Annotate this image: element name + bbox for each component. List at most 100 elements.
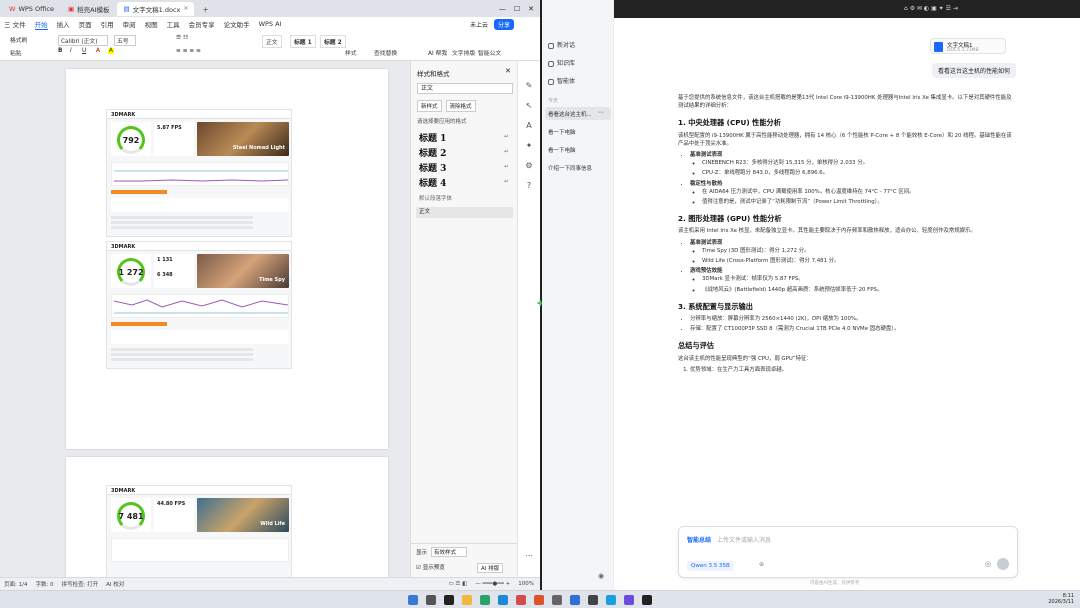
more-icon[interactable]: ⋯ [524,551,534,560]
cloud-status[interactable]: 未上云 [470,20,488,29]
search-icon[interactable] [426,595,436,605]
tab-template[interactable]: ▣ 稻壳AI模板 [62,2,116,16]
menu-item[interactable]: 会员专享 [189,19,215,29]
agent-button[interactable]: 智能体 [548,76,575,85]
style-h1[interactable]: 标题 1 [290,35,316,48]
menu-item[interactable]: 视图 [145,19,158,29]
menu-item[interactable]: 审阅 [123,19,136,29]
pen-icon[interactable]: ✎ [524,81,534,90]
format-painter-button[interactable]: 格式刷 [10,35,27,44]
system-clock[interactable]: 8:11 2026/3/11 [1048,593,1074,605]
word-count[interactable]: 字数: 0 [35,580,53,588]
style-item-heading2[interactable]: 标题 2 ↵ [419,146,509,159]
app-icon[interactable] [570,595,580,605]
text-layout-button[interactable]: 文字排版 [452,48,475,57]
document-page-1[interactable]: 3DMARK 792 5.87 FPS Steel Nomad Light 3D… [66,69,388,449]
attach-icon[interactable]: ⊕ [759,561,764,568]
cursor-icon[interactable]: ↖ [524,101,534,110]
font-size-select[interactable]: 五号 [114,35,136,46]
menu-item[interactable]: 论文助手 [224,19,250,29]
maximize-icon[interactable]: ☐ [514,5,520,13]
history-item[interactable]: 看一下电脑 [548,146,576,154]
model-select[interactable]: Qwen 3.5 35B [687,561,734,571]
attached-file-chip[interactable]: 文字文稿1 DOCX 1.73MB [930,38,1006,54]
show-select[interactable]: 有效样式 [431,547,468,557]
spell-check-status[interactable]: 拼写检查: 打开 [62,580,99,588]
style-item-heading3[interactable]: 标题 3 ↵ [419,161,509,174]
preview-checkbox[interactable]: ☑ 显示预览 [416,563,445,571]
smart-doc-button[interactable]: 智能公文 [478,48,501,57]
bold-button[interactable]: B [58,48,62,54]
highlight-button[interactable]: A [108,48,114,54]
default-font-item[interactable]: 默认段落字体 [419,194,452,202]
style-item-heading1[interactable]: 标题 1 ↵ [419,131,509,144]
app-icon[interactable] [588,595,598,605]
ai-proof-button[interactable]: AI 校对 [106,580,124,588]
underline-button[interactable]: U [82,48,86,54]
menu-item[interactable]: 页面 [79,19,92,29]
smart-summary-button[interactable]: 智能总结 [687,535,711,544]
more-icon[interactable]: ⋯ [598,109,604,116]
mic-icon[interactable]: ◎ [985,560,991,568]
ai-layout-button[interactable]: AI 排版 [477,563,504,573]
new-tab-button[interactable]: ＋ [196,2,215,16]
current-style-select[interactable]: 正文 [417,83,513,94]
app-icon[interactable] [642,595,652,605]
history-item[interactable]: 看看这台这主机... [548,110,592,118]
knowledge-base-button[interactable]: 知识库 [548,58,575,67]
clear-format-button[interactable]: 清除格式 [445,100,476,112]
menu-item[interactable]: 三 文件 [4,19,26,29]
find-replace-button[interactable]: 查找替换 [374,48,397,57]
app-icon[interactable] [534,595,544,605]
edge-icon[interactable] [480,595,490,605]
explorer-icon[interactable] [462,595,472,605]
italic-button[interactable]: I [70,48,72,54]
align-icons[interactable]: ≡ ≡ ≡ ≡ [176,48,201,54]
zoom-slider[interactable]: — ━━━●━━ + [475,581,510,587]
app-icon[interactable] [624,595,634,605]
view-mode-icons[interactable]: ▭ ☰ ◧ [448,581,467,587]
share-button[interactable]: 分享 [494,18,515,30]
tab-document[interactable]: ▤ 文字文稿1.docx ✕ [117,1,195,16]
new-style-button[interactable]: 新样式 [417,100,442,112]
list-icon[interactable]: ☰ ☷ [176,35,188,41]
style-h2[interactable]: 标题 2 [320,35,346,48]
style-icon[interactable]: A [524,121,534,130]
task-view-icon[interactable] [444,595,454,605]
menu-item[interactable]: WPS AI [259,20,282,28]
minimize-icon[interactable]: — [499,5,506,13]
tools-icon[interactable]: ⚙ [524,161,534,170]
close-pane-icon[interactable]: ✕ [505,67,511,75]
help-icon[interactable]: ? [524,181,534,190]
style-item-heading4[interactable]: 标题 4 ↵ [419,176,509,189]
new-chat-button[interactable]: 新对话 [548,40,575,49]
app-icon[interactable] [606,595,616,605]
app-icon[interactable] [552,595,562,605]
tab-wps-home[interactable]: W WPS Office [3,2,60,16]
history-item[interactable]: 介绍一下同事信息 [548,164,592,172]
message-input[interactable]: 上传文件或输入消息 [717,535,771,544]
store-icon[interactable] [498,595,508,605]
close-tab-icon[interactable]: ✕ [183,5,188,12]
close-window-icon[interactable]: ✕ [528,5,534,13]
font-family-select[interactable]: Calibri (正文) [58,35,109,46]
start-icon[interactable] [408,595,418,605]
document-page-2[interactable]: 3DMARK 7 481 44.80 FPS Wild Life [66,457,388,577]
wand-icon[interactable]: ✦ [524,141,534,150]
style-item-body[interactable]: 正文 [416,207,513,218]
document-canvas[interactable]: 3DMARK 792 5.87 FPS Steel Nomad Light 3D… [0,61,410,577]
page-indicator[interactable]: 页面: 1/4 [4,580,27,588]
ai-help-button[interactable]: AI 帮我 [428,48,447,57]
paste-button[interactable]: 粘贴 [10,48,22,57]
styles-button[interactable]: 样式 [345,48,357,57]
history-item[interactable]: 看一下电脑 [548,128,576,136]
send-button[interactable] [997,558,1009,570]
menu-item[interactable]: 工具 [167,19,180,29]
zoom-level[interactable]: 100% [518,581,534,587]
wps-taskbar-icon[interactable] [516,595,526,605]
menu-item[interactable]: 引用 [101,19,114,29]
style-normal[interactable]: 正文 [262,35,282,48]
menu-item[interactable]: 开始 [34,19,48,30]
font-color-button[interactable]: A [96,48,100,54]
user-icon[interactable]: ◉ [598,572,604,580]
